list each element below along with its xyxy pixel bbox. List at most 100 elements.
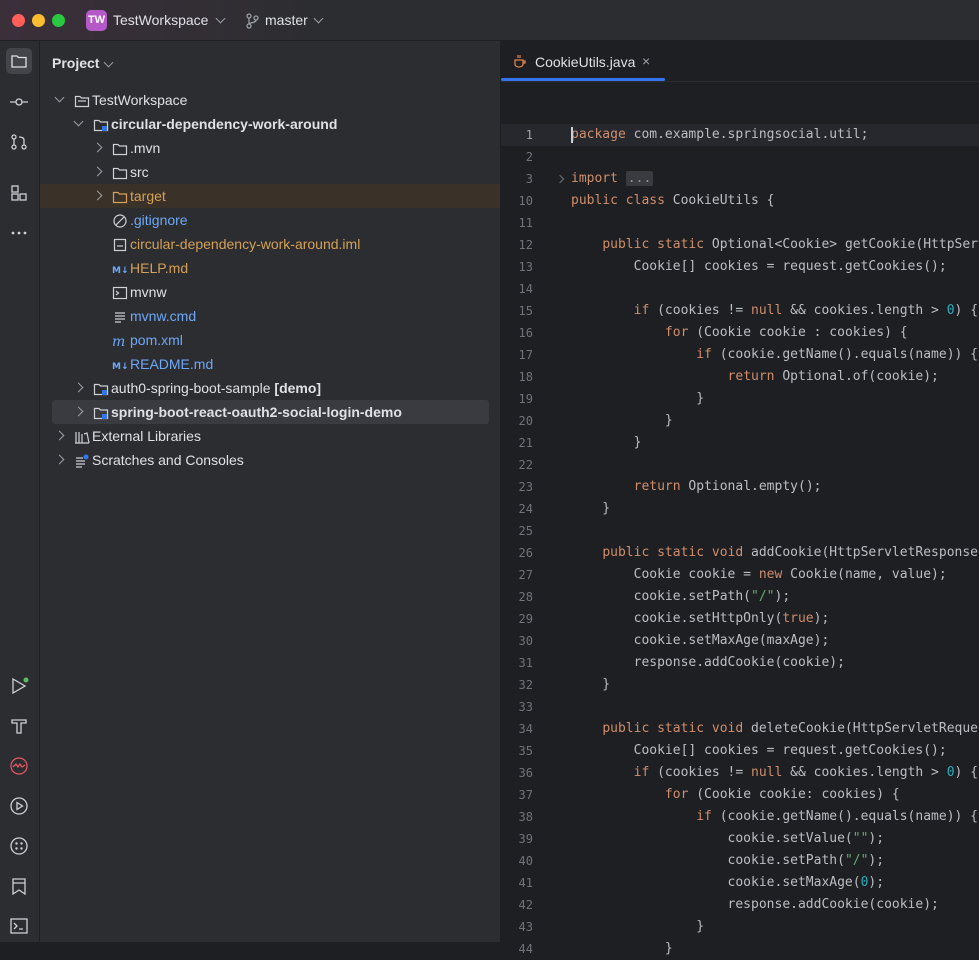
- code-line[interactable]: 22: [501, 454, 979, 476]
- line-number: 20: [518, 414, 533, 428]
- tree-item[interactable]: circular-dependency-work-around.iml: [40, 232, 500, 256]
- chevron-down-icon[interactable]: [54, 92, 65, 103]
- tree-item[interactable]: M↓ HELP.md: [40, 256, 500, 280]
- project-tool-button[interactable]: [6, 48, 32, 74]
- more-tool-button[interactable]: [6, 220, 32, 246]
- code-line[interactable]: 18 return Optional.of(cookie);: [501, 366, 979, 388]
- tree-item[interactable]: mvnw.cmd: [40, 304, 500, 328]
- code-line[interactable]: 31 response.addCookie(cookie);: [501, 652, 979, 674]
- code-line[interactable]: 42 response.addCookie(cookie);: [501, 894, 979, 916]
- plugins-tool-button[interactable]: [6, 833, 32, 859]
- code-line[interactable]: 28 cookie.setPath("/");: [501, 586, 979, 608]
- tree-item[interactable]: M↓ README.md: [40, 352, 500, 376]
- code-line[interactable]: 19 }: [501, 388, 979, 410]
- code-line[interactable]: 3 import ...: [501, 168, 979, 190]
- code-line[interactable]: 37 for (Cookie cookie: cookies) {: [501, 784, 979, 806]
- chevron-down-icon[interactable]: [103, 57, 114, 68]
- code-line[interactable]: 29 cookie.setHttpOnly(true);: [501, 608, 979, 630]
- terminal-tool-button[interactable]: [6, 913, 32, 939]
- chevron-right-icon[interactable]: [92, 190, 103, 201]
- code-line[interactable]: 12 public static Optional<Cookie> getCoo…: [501, 234, 979, 256]
- services-tool-button[interactable]: [6, 793, 32, 819]
- code-line[interactable]: 15 if (cookies != null && cookies.length…: [501, 300, 979, 322]
- code-line[interactable]: 38 if (cookie.getName().equals(name)) {: [501, 806, 979, 828]
- branch-icon[interactable]: [245, 13, 259, 29]
- code-line[interactable]: 17 if (cookie.getName().equals(name)) {: [501, 344, 979, 366]
- chevron-down-icon[interactable]: [215, 13, 226, 24]
- tree-item[interactable]: circular-dependency-work-around: [40, 112, 500, 136]
- services-icon: [10, 797, 28, 815]
- minimize-window-button[interactable]: [32, 14, 45, 27]
- code-text: public static Optional<Cookie> getCookie…: [602, 237, 979, 252]
- chevron-right-icon[interactable]: [73, 406, 84, 417]
- structure-tool-button[interactable]: [6, 180, 32, 206]
- tree-item[interactable]: .mvn: [40, 136, 500, 160]
- code-line[interactable]: 23 return Optional.empty();: [501, 476, 979, 498]
- code-line[interactable]: 41 cookie.setMaxAge(0);: [501, 872, 979, 894]
- chevron-right-icon[interactable]: [73, 382, 84, 393]
- chevron-right-icon[interactable]: [54, 430, 65, 441]
- code-line[interactable]: 35 Cookie[] cookies = request.getCookies…: [501, 740, 979, 762]
- code-line[interactable]: 24 }: [501, 498, 979, 520]
- bookmarks-tool-button[interactable]: [6, 873, 32, 899]
- code-line[interactable]: 36 if (cookies != null && cookies.length…: [501, 762, 979, 784]
- code-line[interactable]: 32 }: [501, 674, 979, 696]
- code-line[interactable]: 34 public static void deleteCookie(HttpS…: [501, 718, 979, 740]
- line-number: 16: [518, 326, 533, 340]
- tree-item[interactable]: TestWorkspace: [40, 88, 500, 112]
- tab-cookieutils-java[interactable]: CookieUtils.java ×: [501, 41, 665, 82]
- code-line[interactable]: 16 for (Cookie cookie : cookies) {: [501, 322, 979, 344]
- code-line[interactable]: 30 cookie.setMaxAge(maxAge);: [501, 630, 979, 652]
- zoom-window-button[interactable]: [52, 14, 65, 27]
- code-line[interactable]: 10 public class CookieUtils {: [501, 190, 979, 212]
- code-line[interactable]: 21 }: [501, 432, 979, 454]
- code-text: if (cookie.getName().equals(name)) {: [696, 347, 978, 362]
- line-number: 11: [518, 216, 533, 230]
- workspace-badge[interactable]: TW: [86, 10, 107, 31]
- tree-item[interactable]: .gitignore: [40, 208, 500, 232]
- code-line[interactable]: 26 public static void addCookie(HttpServ…: [501, 542, 979, 564]
- tree-item[interactable]: target: [40, 184, 500, 208]
- code-line[interactable]: 33: [501, 696, 979, 718]
- code-text: public class CookieUtils {: [571, 193, 775, 208]
- pull-requests-tool-button[interactable]: [6, 129, 32, 155]
- branch-name[interactable]: master: [265, 12, 308, 28]
- tree-item[interactable]: mvnw: [40, 280, 500, 304]
- tree-item[interactable]: m pom.xml: [40, 328, 500, 352]
- code-line[interactable]: 44 }: [501, 938, 979, 960]
- tree-item[interactable]: External Libraries: [40, 424, 500, 448]
- chevron-down-icon[interactable]: [313, 13, 324, 24]
- code-line[interactable]: 11: [501, 212, 979, 234]
- commit-tool-button[interactable]: [6, 89, 32, 115]
- code-line[interactable]: 13 Cookie[] cookies = request.getCookies…: [501, 256, 979, 278]
- tree-item[interactable]: spring-boot-react-oauth2-social-login-de…: [52, 400, 489, 424]
- code-line[interactable]: 1 package com.example.springsocial.util;: [501, 124, 979, 146]
- profiler-tool-button[interactable]: [6, 753, 32, 779]
- chevron-right-icon[interactable]: [92, 142, 103, 153]
- code-line[interactable]: 2: [501, 146, 979, 168]
- code-line[interactable]: 43 }: [501, 916, 979, 938]
- chevron-right-icon[interactable]: [92, 166, 103, 177]
- code-line[interactable]: 27 Cookie cookie = new Cookie(name, valu…: [501, 564, 979, 586]
- code-line[interactable]: 40 cookie.setPath("/");: [501, 850, 979, 872]
- code-line[interactable]: 39 cookie.setValue("");: [501, 828, 979, 850]
- code-editor[interactable]: 1 package com.example.springsocial.util; 2…: [501, 82, 979, 956]
- chevron-down-icon[interactable]: [73, 116, 84, 127]
- tree-item[interactable]: src: [40, 160, 500, 184]
- close-icon[interactable]: ×: [642, 53, 650, 69]
- close-window-button[interactable]: [12, 14, 25, 27]
- tree-item-text: src: [130, 164, 149, 180]
- build-tool-button[interactable]: [6, 713, 32, 739]
- code-line[interactable]: 20 }: [501, 410, 979, 432]
- run-tool-button[interactable]: [6, 673, 32, 699]
- workspace-name[interactable]: TestWorkspace: [113, 12, 208, 28]
- tree-item[interactable]: Scratches and Consoles: [40, 448, 500, 472]
- tree-item[interactable]: auth0-spring-boot-sample [demo]: [40, 376, 500, 400]
- code-line[interactable]: 25: [501, 520, 979, 542]
- code-text: }: [571, 501, 611, 516]
- fold-arrow-icon[interactable]: [555, 174, 565, 184]
- chevron-right-icon[interactable]: [54, 454, 65, 465]
- build-icon: [11, 719, 27, 734]
- project-panel-title[interactable]: Project: [52, 55, 99, 71]
- code-line[interactable]: 14: [501, 278, 979, 300]
